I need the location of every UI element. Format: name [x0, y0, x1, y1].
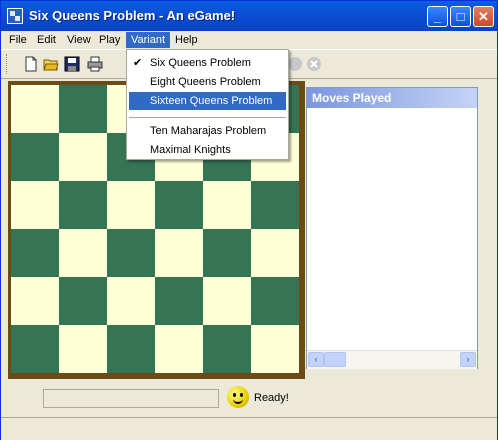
board-square[interactable]: [107, 229, 155, 277]
board-square[interactable]: [59, 181, 107, 229]
board-square[interactable]: [251, 181, 299, 229]
variant-item-ten-maharajas[interactable]: Ten Maharajas Problem: [129, 122, 286, 140]
board-square[interactable]: [59, 133, 107, 181]
variant-item-label: Ten Maharajas Problem: [150, 125, 267, 137]
scroll-thumb[interactable]: [324, 352, 346, 367]
variant-dropdown-menu: ✔ Six Queens Problem Eight Queens Proble…: [126, 49, 289, 160]
menu-separator: [129, 117, 286, 118]
variant-item-label: Sixteen Queens Problem: [150, 95, 273, 107]
variant-item-six-queens[interactable]: ✔ Six Queens Problem: [129, 54, 286, 72]
chessboard-app-icon: [7, 8, 23, 24]
board-square[interactable]: [203, 277, 251, 325]
stop-icon: [307, 57, 321, 71]
board-square[interactable]: [251, 277, 299, 325]
board-square[interactable]: [203, 229, 251, 277]
status-text: Ready!: [254, 392, 289, 404]
smiley-face-icon: [227, 386, 249, 408]
board-square[interactable]: [11, 181, 59, 229]
board-square[interactable]: [11, 85, 59, 133]
moves-played-header: Moves Played: [307, 88, 477, 108]
board-square[interactable]: [155, 181, 203, 229]
board-square[interactable]: [11, 133, 59, 181]
board-square[interactable]: [251, 229, 299, 277]
variant-item-label: Maximal Knights: [150, 144, 231, 156]
variant-item-label: Eight Queens Problem: [150, 76, 261, 88]
scroll-right-button[interactable]: ›: [460, 352, 476, 367]
board-square[interactable]: [59, 229, 107, 277]
minimize-button[interactable]: _: [427, 6, 448, 27]
menu-file[interactable]: File: [4, 32, 32, 48]
scroll-left-button[interactable]: ‹: [308, 352, 324, 367]
variant-item-eight-queens[interactable]: Eight Queens Problem: [129, 73, 286, 91]
moves-played-panel: Moves Played ‹ ›: [306, 87, 478, 369]
open-folder-icon[interactable]: [43, 56, 59, 72]
menu-view[interactable]: View: [62, 32, 96, 48]
board-square[interactable]: [11, 325, 59, 373]
variant-item-sixteen-queens[interactable]: Sixteen Queens Problem: [129, 92, 286, 110]
menu-edit[interactable]: Edit: [32, 32, 61, 48]
menu-help[interactable]: Help: [170, 32, 203, 48]
board-square[interactable]: [203, 181, 251, 229]
status-bar: [1, 417, 497, 440]
variant-item-maximal-knights[interactable]: Maximal Knights: [129, 141, 286, 159]
window-title: Six Queens Problem - An eGame!: [29, 8, 236, 23]
close-button[interactable]: ✕: [473, 6, 494, 27]
board-square[interactable]: [155, 229, 203, 277]
board-square[interactable]: [11, 229, 59, 277]
board-square[interactable]: [59, 277, 107, 325]
board-square[interactable]: [107, 277, 155, 325]
new-document-icon[interactable]: [23, 56, 39, 72]
board-square[interactable]: [107, 325, 155, 373]
board-square[interactable]: [107, 181, 155, 229]
maximize-button[interactable]: □: [450, 6, 471, 27]
menu-variant[interactable]: Variant: [126, 32, 171, 48]
board-square[interactable]: [59, 325, 107, 373]
board-square[interactable]: [203, 325, 251, 373]
horizontal-scrollbar[interactable]: ‹ ›: [307, 350, 477, 369]
board-square[interactable]: [155, 325, 203, 373]
menu-bar: File Edit View Play Variant Help: [1, 31, 497, 49]
print-icon[interactable]: [87, 56, 103, 72]
variant-item-label: Six Queens Problem: [150, 57, 251, 69]
board-square[interactable]: [59, 85, 107, 133]
title-bar[interactable]: Six Queens Problem - An eGame! _ □ ✕: [1, 1, 497, 31]
board-square[interactable]: [11, 277, 59, 325]
board-square[interactable]: [251, 325, 299, 373]
save-disk-icon[interactable]: [64, 56, 80, 72]
menu-play[interactable]: Play: [94, 32, 125, 48]
disabled-toolbar-icon: [288, 57, 302, 71]
status-progress-field: [43, 389, 219, 408]
app-window: Six Queens Problem - An eGame! _ □ ✕ Fil…: [0, 0, 498, 440]
toolbar-grip[interactable]: [6, 54, 10, 74]
board-square[interactable]: [155, 277, 203, 325]
checkmark-icon: ✔: [133, 57, 143, 69]
